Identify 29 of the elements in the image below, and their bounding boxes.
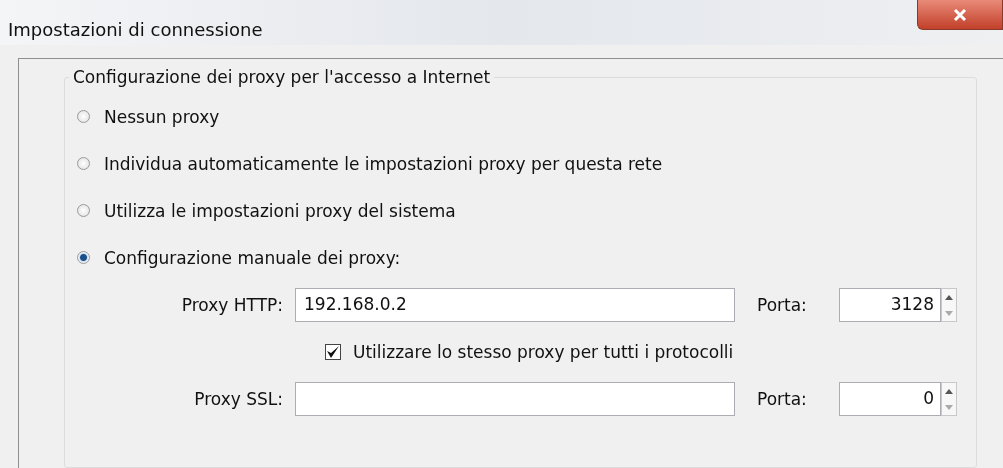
checkbox[interactable] bbox=[325, 344, 341, 360]
window-title: Impostazioni di connessione bbox=[8, 19, 263, 40]
input-field[interactable]: 192.168.0.2 bbox=[295, 288, 735, 322]
checkbox-label: Utilizzare lo stesso proxy per tutti i protocolli bbox=[353, 342, 734, 362]
radio-label: Nessun proxy bbox=[104, 106, 220, 127]
input-field[interactable] bbox=[295, 382, 735, 416]
down-arrow-icon bbox=[945, 310, 953, 316]
up-arrow-icon bbox=[945, 294, 953, 300]
group-title: Configurazione dei proxy per l'accesso a Internet bbox=[72, 67, 492, 87]
radio-button[interactable] bbox=[77, 157, 90, 170]
down-arrow-icon bbox=[945, 404, 953, 410]
radio-label: Configurazione manuale dei proxy: bbox=[104, 247, 401, 268]
up-arrow-icon bbox=[945, 388, 953, 394]
radio-button[interactable] bbox=[77, 110, 90, 123]
close-button[interactable] bbox=[917, 0, 1003, 30]
spin-button[interactable] bbox=[941, 288, 957, 322]
checkmark-icon bbox=[326, 345, 340, 359]
radio-button[interactable] bbox=[77, 204, 90, 217]
port-field[interactable]: 0 bbox=[839, 382, 941, 416]
field-label: Proxy SSL: bbox=[193, 389, 284, 409]
field-label: Proxy HTTP: bbox=[180, 295, 284, 315]
port-label: Porta: bbox=[756, 295, 808, 315]
spin-button[interactable] bbox=[941, 382, 957, 416]
radio-button[interactable] bbox=[77, 251, 90, 264]
port-field[interactable]: 3128 bbox=[839, 288, 941, 322]
radio-label: Individua automaticamente le impostazioni proxy per questa rete bbox=[104, 153, 663, 174]
port-label: Porta: bbox=[756, 389, 808, 409]
radio-label: Utilizza le impostazioni proxy del sistema bbox=[104, 200, 456, 221]
close-icon bbox=[953, 8, 967, 21]
